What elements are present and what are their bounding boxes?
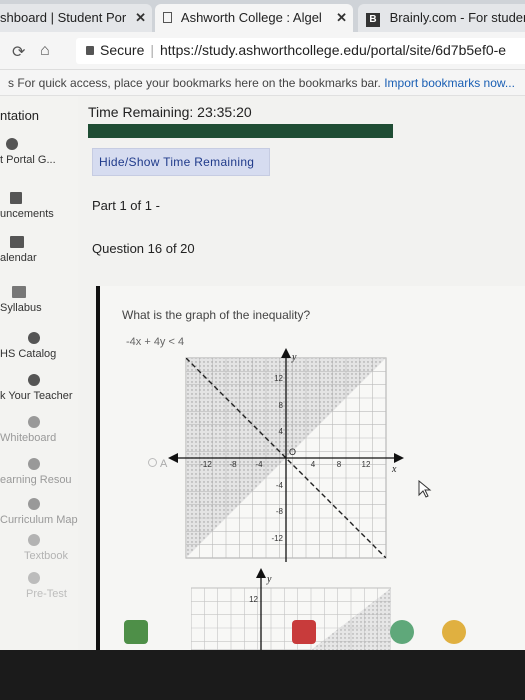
sidebar-header: ntation bbox=[0, 108, 40, 123]
tab-ashworth[interactable]: Ashworth College : Algel ✕ bbox=[155, 4, 353, 32]
tab-bar: shboard | Student Por ✕ Ashworth College… bbox=[0, 0, 525, 32]
x-tick-label: -4 bbox=[255, 460, 263, 469]
x-tick-label: -8 bbox=[229, 460, 237, 469]
x-axis-arrow-right bbox=[394, 453, 404, 463]
reload-icon[interactable]: ⟳ bbox=[12, 42, 25, 62]
whiteboard-icon bbox=[28, 416, 40, 428]
address-bar[interactable]: Secure | https://study.ashworthcollege.edu… bbox=[76, 38, 525, 64]
x-tick-label: 8 bbox=[337, 460, 342, 469]
y-tick-label: 12 bbox=[274, 374, 283, 383]
lock-icon bbox=[86, 46, 94, 55]
sidebar: ntation t Portal G... uncements alendar … bbox=[0, 96, 78, 650]
chat-icon bbox=[28, 374, 40, 386]
question-divider bbox=[96, 286, 100, 650]
option-a-radio[interactable] bbox=[148, 458, 157, 467]
sidebar-item-catalog[interactable]: HS Catalog bbox=[0, 332, 78, 366]
catalog-icon bbox=[28, 332, 40, 344]
calendar-app-icon[interactable] bbox=[124, 620, 148, 644]
bookmarks-bar: s For quick access, place your bookmarks… bbox=[0, 70, 525, 96]
y-tick-label: -8 bbox=[276, 507, 284, 516]
browser-toolbar: ⟳ ⌂ Secure | https://study.ashworthcollege… bbox=[0, 32, 525, 70]
y-axis-arrow-up bbox=[256, 568, 266, 578]
secure-label: Secure bbox=[100, 42, 145, 58]
option-a[interactable]: A bbox=[148, 458, 167, 470]
y-axis-label: y bbox=[266, 574, 272, 585]
sidebar-item-learning-resources[interactable]: earning Resou bbox=[0, 458, 78, 492]
part-indicator: Part 1 of 1 - bbox=[92, 198, 160, 213]
option-a-graph[interactable]: y x O -12 -8 -4 4 8 12 12 8 4 -4 -8 -12 bbox=[166, 348, 406, 568]
sidebar-item-ask-teacher[interactable]: k Your Teacher bbox=[0, 374, 78, 408]
y-tick-label: 12 bbox=[249, 595, 258, 604]
quiz-main: Time Remaining: 23:35:20 Hide/Show Time … bbox=[78, 96, 525, 650]
sidebar-item-pretest[interactable]: Pre-Test bbox=[0, 572, 78, 606]
sidebar-item-portal[interactable]: t Portal G... bbox=[0, 138, 78, 172]
sidebar-item-announcements[interactable]: uncements bbox=[0, 192, 78, 226]
x-tick-label: 12 bbox=[362, 460, 371, 469]
y-axis-arrow-up bbox=[281, 348, 291, 358]
y-tick-label: 8 bbox=[279, 401, 284, 410]
x-axis-arrow-left bbox=[168, 453, 178, 463]
skype-app-icon[interactable] bbox=[390, 620, 414, 644]
x-tick-label: -12 bbox=[200, 460, 212, 469]
question-number: Question 16 of 20 bbox=[92, 241, 195, 256]
home-icon[interactable]: ⌂ bbox=[40, 42, 50, 60]
y-axis-label: y bbox=[291, 352, 297, 363]
document-icon bbox=[163, 12, 172, 23]
tab-dashboard[interactable]: shboard | Student Por ✕ bbox=[0, 4, 152, 32]
book-icon bbox=[12, 286, 26, 298]
hide-show-time-button[interactable]: Hide/Show Time Remaining bbox=[92, 148, 270, 176]
portal-icon bbox=[6, 138, 18, 150]
bookmarks-hint: s For quick access, place your bookmarks… bbox=[8, 76, 381, 90]
time-remaining: Time Remaining: 23:35:20 bbox=[88, 104, 252, 120]
origin-label: O bbox=[289, 447, 296, 457]
close-icon[interactable]: ✕ bbox=[336, 10, 347, 26]
url-text: https://study.ashworthcollege.edu/portal… bbox=[160, 42, 507, 58]
tab-label: shboard | Student Por bbox=[0, 10, 127, 25]
resources-icon bbox=[28, 458, 40, 470]
sidebar-item-whiteboard[interactable]: Whiteboard bbox=[0, 416, 78, 450]
x-tick-label: 4 bbox=[311, 460, 316, 469]
megaphone-icon bbox=[10, 192, 22, 204]
y-tick-label: -12 bbox=[271, 534, 283, 543]
time-progress-fill bbox=[88, 124, 393, 138]
y-tick-label: 4 bbox=[279, 427, 284, 436]
screen: shboard | Student Por ✕ Ashworth College… bbox=[0, 0, 525, 650]
sidebar-item-syllabus[interactable]: Syllabus bbox=[0, 286, 78, 320]
sidebar-item-curriculum-map[interactable]: Curriculum Map bbox=[0, 498, 78, 532]
inequality-text: -4x + 4y < 4 bbox=[126, 336, 185, 348]
time-progress-bar bbox=[88, 124, 393, 138]
y-tick-label: -4 bbox=[276, 481, 284, 490]
taskbar bbox=[0, 620, 525, 650]
brainly-icon: B bbox=[366, 13, 380, 27]
news-app-icon[interactable] bbox=[292, 620, 316, 644]
screen-bezel bbox=[0, 650, 525, 700]
question-text: What is the graph of the inequality? bbox=[122, 308, 311, 322]
question-box: What is the graph of the inequality? -4x… bbox=[96, 286, 525, 650]
textbook-icon bbox=[28, 534, 40, 546]
sidebar-item-textbook[interactable]: Textbook bbox=[0, 534, 78, 568]
map-icon bbox=[28, 498, 40, 510]
tab-label: Ashworth College : Algel bbox=[180, 10, 322, 25]
close-icon[interactable]: ✕ bbox=[135, 10, 146, 26]
sidebar-item-calendar[interactable]: alendar bbox=[0, 236, 78, 270]
x-axis-label: x bbox=[391, 464, 397, 475]
mouse-cursor-icon bbox=[418, 480, 432, 498]
pretest-icon bbox=[28, 572, 40, 584]
tab-label: Brainly.com - For studen bbox=[389, 10, 525, 25]
chrome-app-icon[interactable] bbox=[442, 620, 466, 644]
calendar-icon bbox=[10, 236, 24, 248]
tab-brainly[interactable]: B Brainly.com - For studen bbox=[358, 4, 525, 32]
import-bookmarks-link[interactable]: Import bookmarks now... bbox=[384, 76, 515, 90]
